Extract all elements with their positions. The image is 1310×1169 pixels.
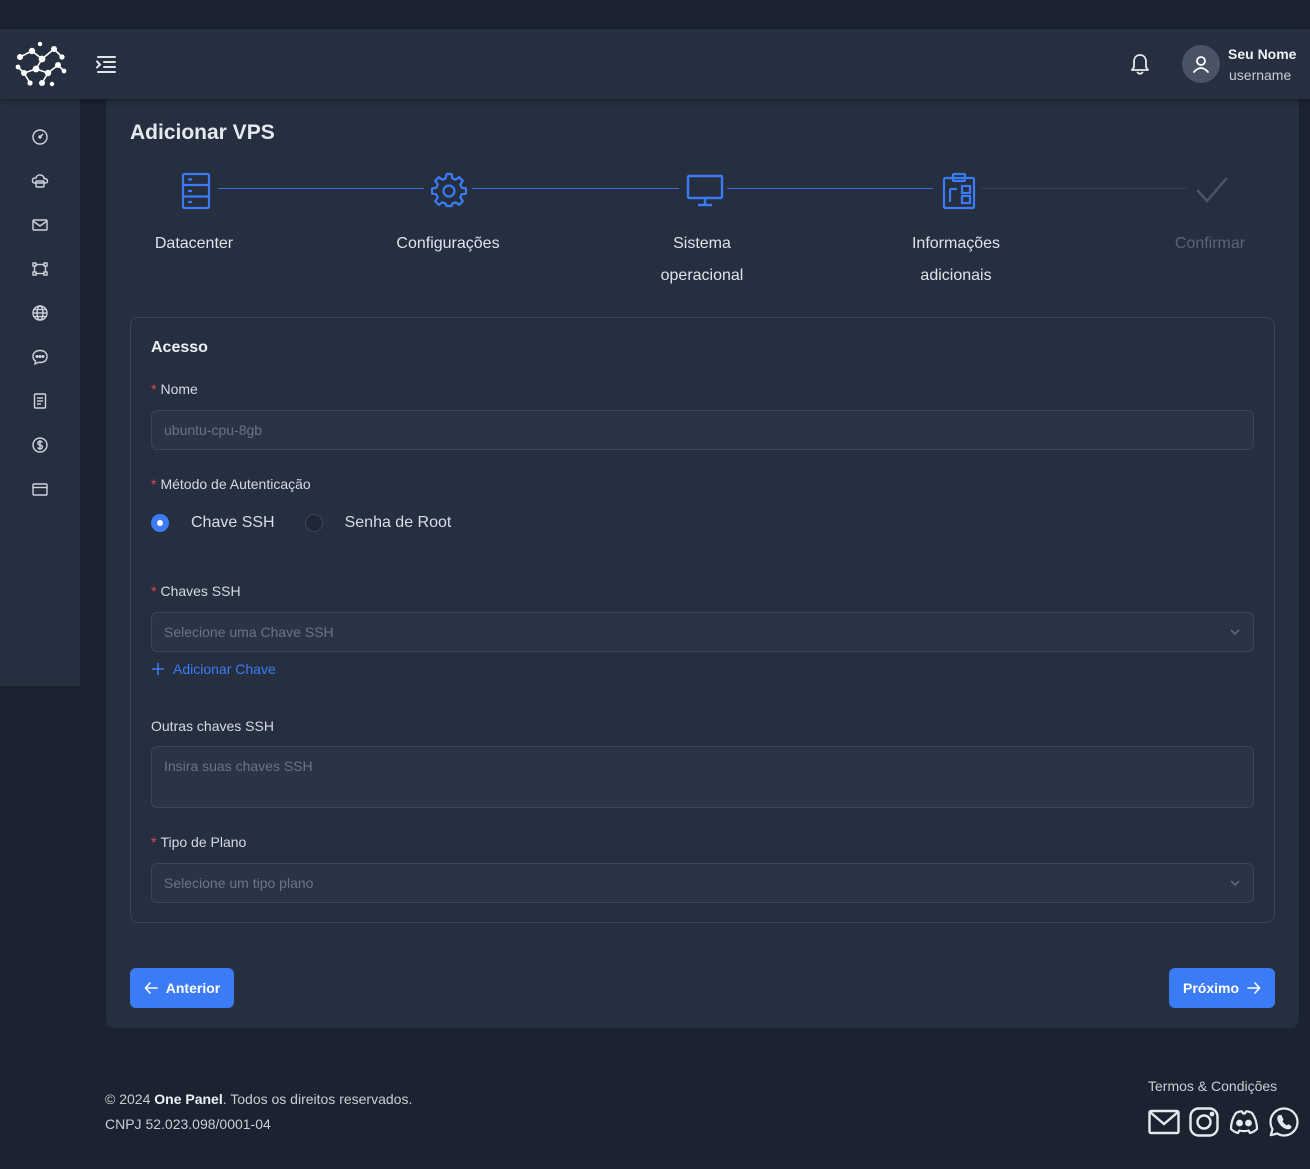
top-strip [0, 0, 1310, 29]
sidebar-item-dashboard[interactable] [30, 127, 50, 147]
instagram-icon[interactable] [1188, 1106, 1220, 1138]
ssh-keys-select[interactable]: Selecione uma Chave SSH [151, 612, 1254, 652]
footer-cnpj: CNPJ 52.023.098/0001-04 [105, 1116, 271, 1132]
sidebar-item-invoices[interactable] [30, 391, 50, 411]
radio-root-password-label[interactable]: Senha de Root [345, 514, 452, 532]
user-name[interactable]: Seu Nome [1228, 46, 1296, 62]
terms-link[interactable]: Termos & Condições [1148, 1078, 1277, 1094]
arrow-left-icon [144, 982, 158, 994]
radio-ssh-key[interactable]: Chave SSH [151, 514, 275, 532]
access-form-panel: Acesso * Nome ubuntu-cpu-8gb * Método de A… [130, 317, 1275, 923]
required-mark: * [151, 834, 157, 850]
sidebar-item-support[interactable] [30, 347, 50, 367]
cloud-server-icon [31, 174, 49, 188]
logo-icon[interactable] [12, 39, 68, 89]
required-mark: * [151, 476, 157, 492]
name-field[interactable]: ubuntu-cpu-8gb [151, 410, 1254, 450]
other-keys-label: Outras chaves SSH [151, 718, 274, 734]
dashboard-icon [32, 129, 48, 145]
next-button[interactable]: Próximo [1169, 968, 1275, 1008]
step-connector [218, 188, 424, 189]
user-handle[interactable]: username [1229, 67, 1291, 83]
globe-icon [32, 305, 48, 321]
ssh-keys-placeholder: Selecione uma Chave SSH [164, 624, 334, 640]
radio-ssh-key-dot[interactable] [151, 514, 169, 532]
arrow-right-icon [1247, 982, 1261, 994]
name-placeholder: ubuntu-cpu-8gb [164, 422, 263, 438]
top-header: Seu Nome username [0, 29, 1310, 99]
add-key-button[interactable]: Adicionar Chave [151, 661, 276, 677]
footer-copyright: © 2024 One Panel. Todos os direitos rese… [105, 1091, 413, 1107]
gear-icon[interactable] [431, 172, 467, 208]
server-icon[interactable] [180, 172, 212, 210]
step-label-sistema-operacional[interactable]: Sistema operacional [612, 228, 792, 292]
step-connector [472, 188, 679, 189]
menu-toggle-icon[interactable] [94, 53, 118, 75]
footer-brand: One Panel [154, 1091, 223, 1107]
radio-root-password[interactable]: Senha de Root [304, 514, 452, 532]
chevron-down-icon [1230, 880, 1240, 886]
plus-icon [152, 663, 164, 675]
previous-button[interactable]: Anterior [130, 968, 234, 1008]
step-connector [981, 188, 1187, 189]
radio-root-password-dot[interactable] [304, 514, 323, 532]
check-icon[interactable] [1195, 176, 1229, 206]
plan-type-select[interactable]: Selecione um tipo plano [151, 863, 1254, 903]
step-connector [727, 188, 933, 189]
clipboard-icon[interactable] [942, 172, 976, 210]
next-label[interactable]: Próximo [1183, 980, 1239, 996]
chevron-down-icon [1230, 629, 1240, 635]
credit-card-icon [32, 483, 48, 496]
whatsapp-icon[interactable] [1268, 1106, 1300, 1138]
chat-icon [32, 349, 48, 366]
step-label-informacoes-adicionais[interactable]: Informações adicionais [866, 228, 1046, 292]
plan-type-label: * Tipo de Plano [151, 834, 247, 850]
main-card: Adicionar VPS Datacenter Configurações S… [106, 99, 1299, 1028]
document-icon [33, 393, 47, 409]
step-label-datacenter[interactable]: Datacenter [104, 228, 284, 260]
other-keys-textarea[interactable]: Insira suas chaves SSH [151, 746, 1254, 808]
add-key-label[interactable]: Adicionar Chave [173, 661, 276, 677]
network-icon [32, 262, 48, 276]
sidebar-item-vps[interactable] [30, 171, 50, 191]
mail-icon[interactable] [1148, 1106, 1180, 1138]
sidebar-item-payments[interactable] [30, 479, 50, 499]
sidebar-item-domains[interactable] [30, 303, 50, 323]
sidebar-item-billing[interactable] [30, 435, 50, 455]
discord-icon[interactable] [1228, 1106, 1260, 1138]
bell-icon[interactable] [1129, 52, 1151, 76]
sidebar [0, 99, 80, 686]
sidebar-item-mail[interactable] [30, 215, 50, 235]
sidebar-item-network[interactable] [30, 259, 50, 279]
required-mark: * [151, 381, 157, 397]
avatar[interactable] [1182, 45, 1220, 83]
name-label: * Nome [151, 381, 198, 397]
section-title: Acesso [151, 339, 208, 356]
auth-method-label: * Método de Autenticação [151, 476, 311, 492]
step-label-configuracoes[interactable]: Configurações [358, 228, 538, 260]
other-keys-placeholder: Insira suas chaves SSH [164, 758, 313, 774]
radio-ssh-key-label[interactable]: Chave SSH [191, 514, 275, 532]
plan-type-placeholder: Selecione um tipo plano [164, 875, 314, 891]
monitor-icon[interactable] [686, 174, 724, 208]
page-title: Adicionar VPS [130, 121, 275, 144]
auth-method-radio-group: Chave SSH Senha de Root [151, 514, 481, 532]
mail-icon [32, 219, 48, 231]
required-mark: * [151, 583, 157, 599]
user-icon [1193, 56, 1209, 73]
previous-label[interactable]: Anterior [166, 980, 220, 996]
ssh-keys-label: * Chaves SSH [151, 583, 241, 599]
step-label-confirmar[interactable]: Confirmar [1120, 228, 1300, 260]
dollar-icon [32, 437, 48, 453]
